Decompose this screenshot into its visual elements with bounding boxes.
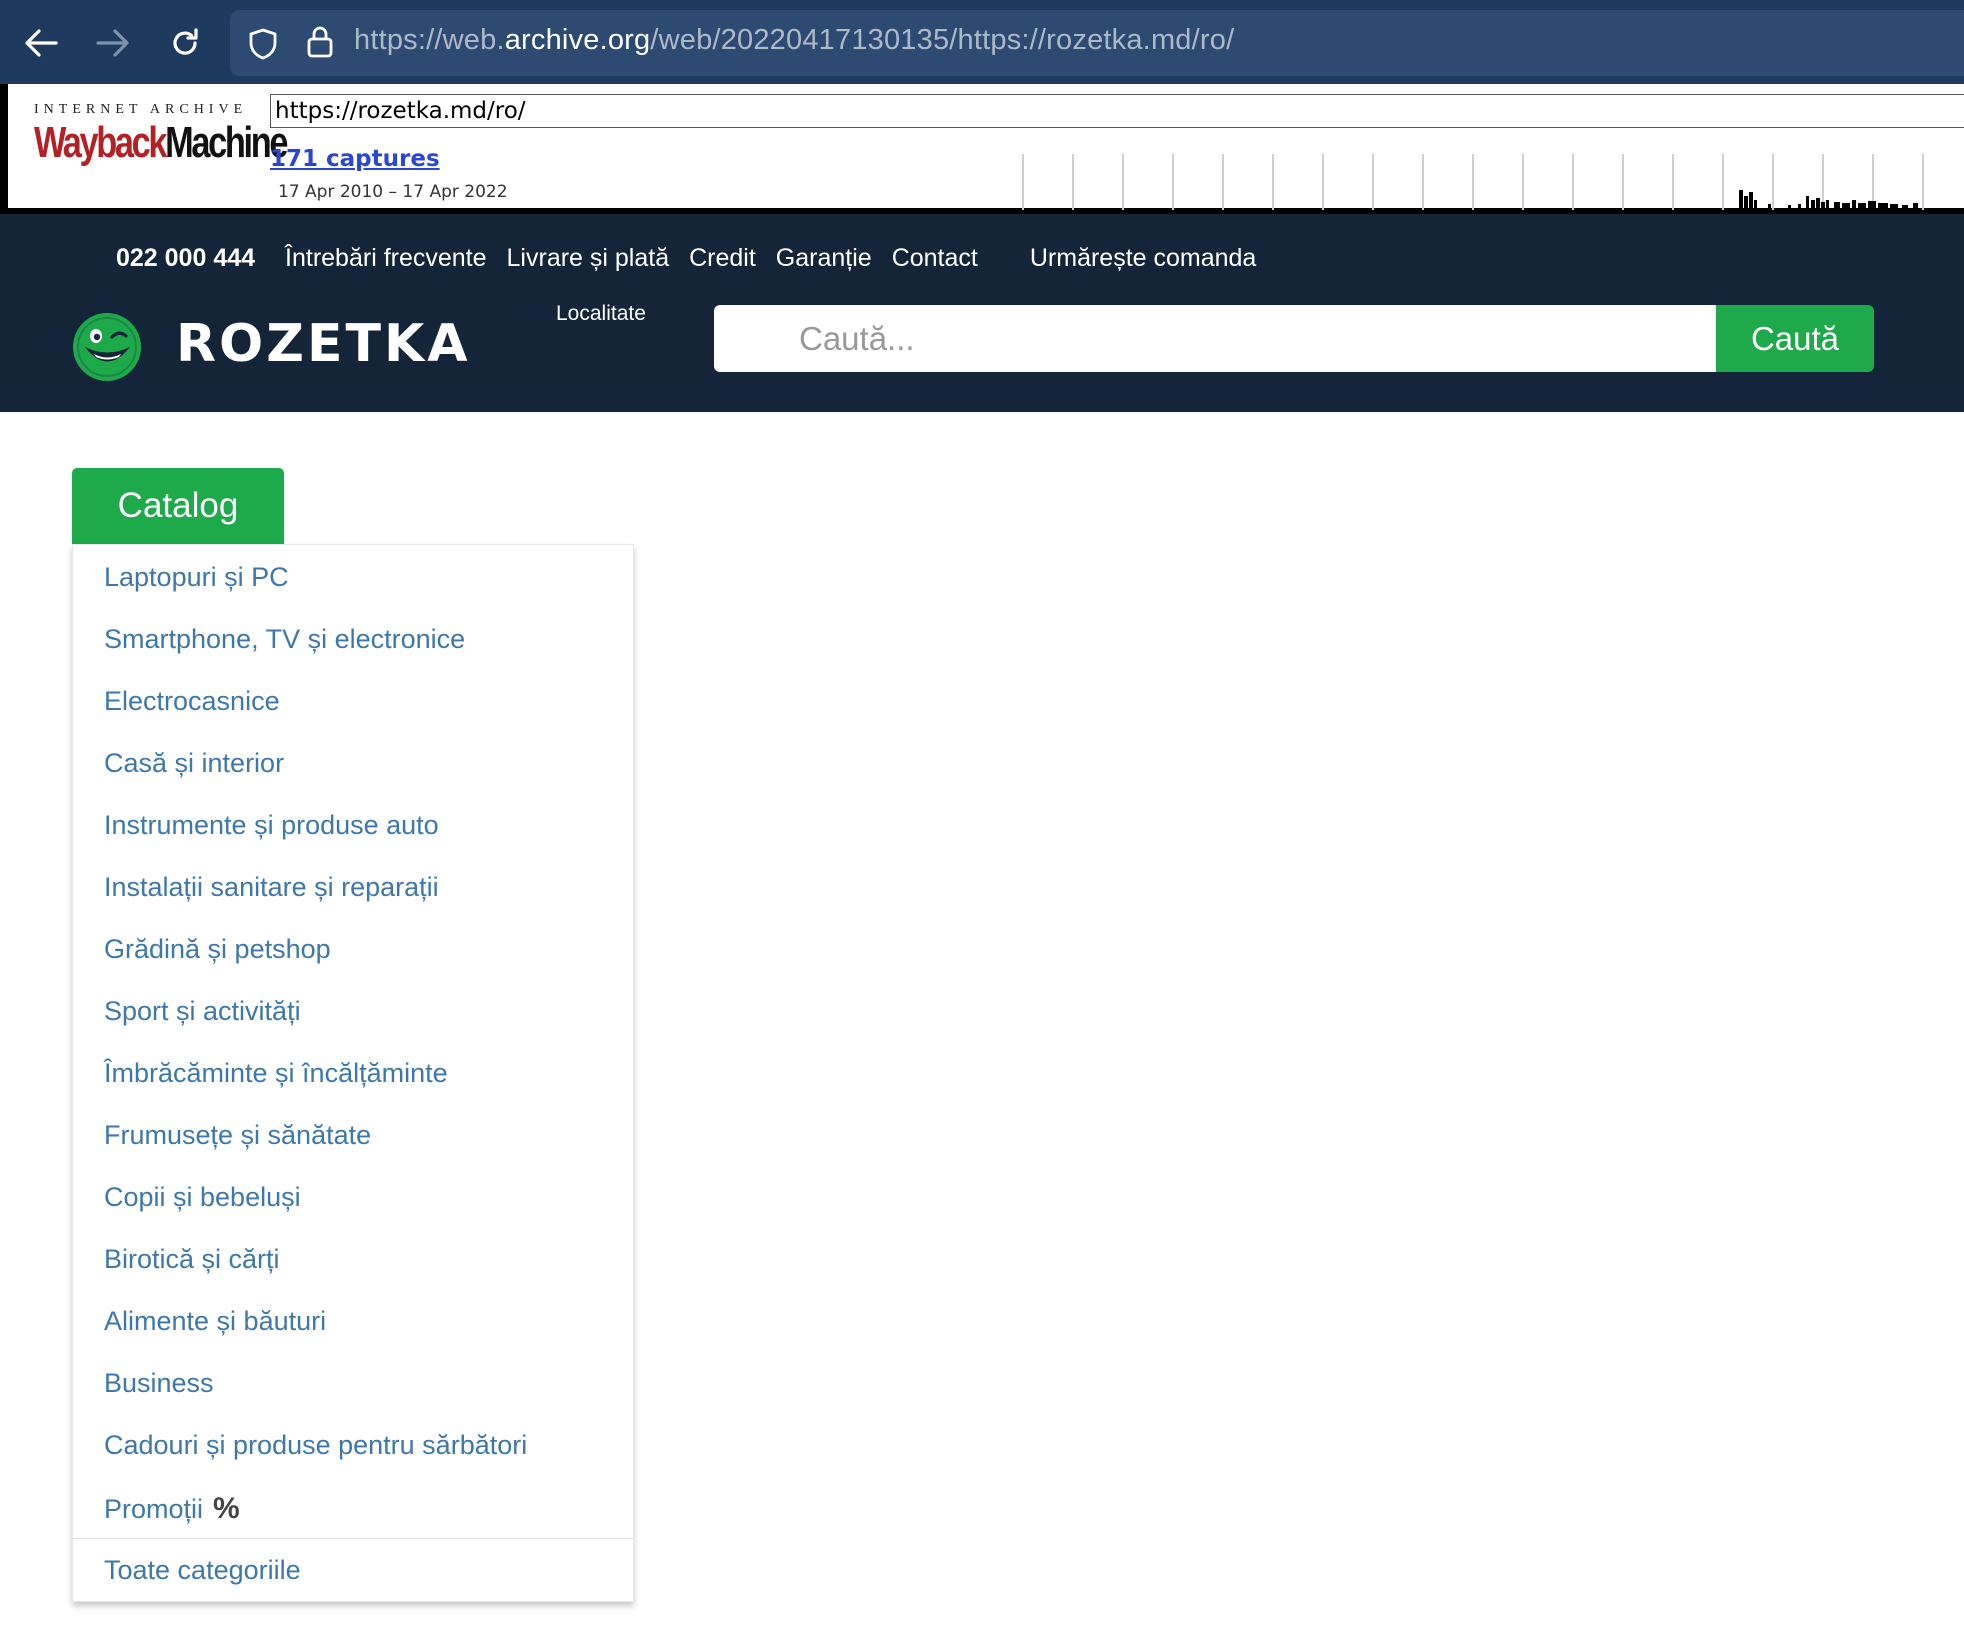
- menu-divider: [73, 1538, 633, 1539]
- category-garden-petshop[interactable]: Grădină și petshop: [104, 934, 331, 965]
- top-nav: 022 000 444 Întrebări frecvente Livrare …: [116, 244, 1256, 273]
- category-beauty-health[interactable]: Frumusețe și sănătate: [104, 1120, 371, 1151]
- promotions-label: Promoții: [104, 1494, 204, 1524]
- browser-toolbar: https://web.archive.org/web/202204171301…: [0, 0, 1964, 84]
- phone-number[interactable]: 022 000 444: [116, 244, 255, 273]
- wayback-word: Wayback: [34, 118, 167, 167]
- category-kids[interactable]: Copii și bebeluși: [104, 1182, 301, 1213]
- reload-icon: [173, 28, 198, 55]
- nav-link-credit[interactable]: Credit: [689, 244, 756, 273]
- category-home-interior[interactable]: Casă și interior: [104, 748, 284, 779]
- category-tools-auto[interactable]: Instrumente și produse auto: [104, 810, 439, 841]
- search-input[interactable]: [714, 305, 1716, 372]
- wayback-url-input[interactable]: https://rozetka.md/ro/: [270, 94, 1964, 128]
- machine-word: Machine: [165, 118, 288, 167]
- arrow-right-icon: [96, 29, 129, 57]
- forward-button[interactable]: [92, 22, 134, 64]
- capture-date-range: 17 Apr 2010 – 17 Apr 2022: [278, 182, 508, 202]
- capture-timeline[interactable]: [1018, 150, 1964, 210]
- catalog-dropdown: Laptopuri și PC Smartphone, TV și electr…: [72, 544, 634, 1602]
- nav-link-contact[interactable]: Contact: [892, 244, 978, 273]
- category-clothing-shoes[interactable]: Îmbrăcăminte și încălțăminte: [104, 1058, 448, 1089]
- arrow-left-icon: [25, 29, 58, 57]
- rozetka-smile-icon[interactable]: [72, 312, 142, 382]
- track-order-link[interactable]: Urmărește comanda: [1030, 244, 1256, 273]
- nav-link-warranty[interactable]: Garanție: [776, 244, 872, 273]
- category-gifts-holidays[interactable]: Cadouri și produse pentru sărbători: [104, 1430, 527, 1461]
- site-header: 022 000 444 Întrebări frecvente Livrare …: [0, 214, 1964, 412]
- category-plumbing-repair[interactable]: Instalații sanitare și reparații: [104, 872, 439, 903]
- address-bar-url: https://web.archive.org/web/202204171301…: [354, 24, 1234, 57]
- wayback-toolbar: INTERNET ARCHIVE WaybackMachine https://…: [0, 84, 1964, 214]
- category-food-drinks[interactable]: Alimente și băuturi: [104, 1306, 326, 1337]
- url-host: archive.org: [504, 24, 651, 56]
- category-business[interactable]: Business: [104, 1368, 214, 1399]
- url-prefix: https://web.: [354, 24, 505, 56]
- category-appliances[interactable]: Electrocasnice: [104, 686, 280, 717]
- search-button[interactable]: Caută: [1716, 305, 1874, 372]
- nav-link-faq[interactable]: Întrebări frecvente: [285, 244, 487, 273]
- catalog-button[interactable]: Catalog: [72, 468, 284, 544]
- internet-archive-label: INTERNET ARCHIVE: [34, 102, 248, 117]
- wayback-machine-wordmark: WaybackMachine: [34, 118, 288, 167]
- category-office-books[interactable]: Birotică și cărți: [104, 1244, 280, 1275]
- shield-icon: [249, 28, 277, 60]
- location-selector[interactable]: Localitate: [556, 302, 646, 326]
- category-sport[interactable]: Sport și activități: [104, 996, 301, 1027]
- lock-icon: [307, 26, 333, 58]
- reload-button[interactable]: [164, 22, 206, 64]
- wayback-logo[interactable]: INTERNET ARCHIVE WaybackMachine: [34, 102, 288, 182]
- nav-link-delivery[interactable]: Livrare și plată: [507, 244, 670, 273]
- url-suffix: /web/20220417130135/https://rozetka.md/r…: [650, 24, 1235, 56]
- category-laptops[interactable]: Laptopuri și PC: [104, 562, 289, 593]
- category-promotions[interactable]: Promoții%: [104, 1492, 240, 1526]
- percent-icon: %: [213, 1492, 240, 1525]
- category-smartphones-tv[interactable]: Smartphone, TV și electronice: [104, 624, 465, 655]
- all-categories-link[interactable]: Toate categoriile: [104, 1555, 301, 1586]
- back-button[interactable]: [20, 22, 62, 64]
- captures-link[interactable]: 171 captures: [270, 146, 440, 172]
- rozetka-logo[interactable]: ROZETKA: [176, 314, 470, 374]
